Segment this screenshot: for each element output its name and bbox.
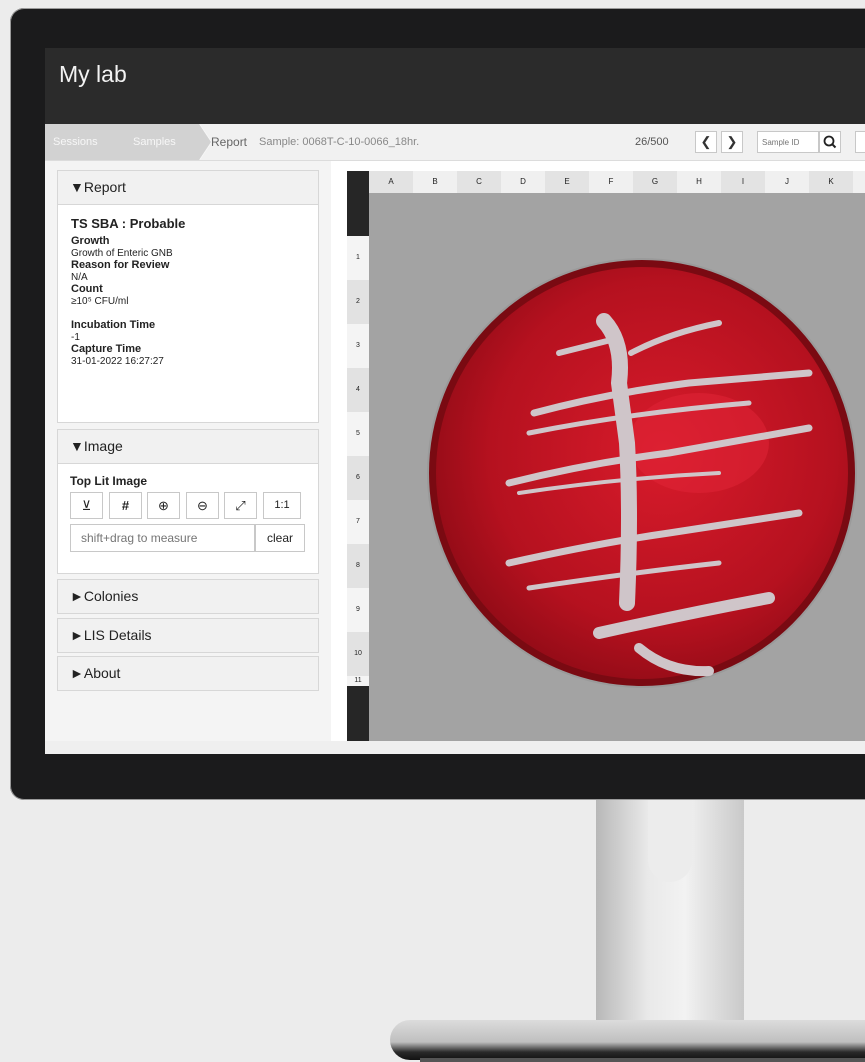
column-label: D	[520, 177, 526, 186]
colonies-panel: ►Colonies	[57, 579, 319, 614]
actual-size-label: 1:1	[274, 499, 290, 511]
stand-cable-notch	[648, 800, 692, 882]
report-panel: ▼Report TS SBA : Probable Growth Growth …	[57, 170, 319, 423]
measure-row: clear	[70, 524, 318, 552]
count-value: ≥10⁵ CFU/ml	[71, 296, 129, 307]
growth-value: Growth of Enteric GNB	[71, 248, 173, 259]
growth-label: Growth	[71, 235, 110, 247]
baseline-icon: ⊻	[81, 498, 92, 513]
search-button[interactable]	[819, 131, 841, 153]
app-header: My lab	[45, 48, 865, 124]
incubation-value: -1	[71, 332, 80, 343]
report-body: TS SBA : Probable Growth Growth of Enter…	[58, 205, 318, 367]
previous-sample-button[interactable]: ❮	[695, 131, 717, 153]
breadcrumb-report: Report	[211, 135, 248, 149]
image-type-title: Top Lit Image	[70, 474, 148, 488]
row-label: 10	[347, 632, 369, 676]
row-ruler: 1 2 3 4 5 6 7 8 9 10 11	[347, 236, 369, 686]
row-label: 1	[356, 254, 360, 261]
zoom-in-button[interactable]: ⊕	[147, 492, 180, 519]
row-label: 2	[347, 280, 369, 324]
agar-plate-image	[427, 258, 857, 688]
row-label: 9	[356, 606, 360, 613]
measure-input[interactable]	[70, 524, 255, 552]
column-label: C	[457, 171, 501, 193]
breadcrumb-separator	[199, 124, 211, 160]
baseline-button[interactable]: ⊻	[70, 492, 103, 519]
capture-label: Capture Time	[71, 343, 142, 355]
column-label: K	[809, 171, 853, 193]
image-tools: ⊻ # ⊕ ⊖ ⤢ 1:1	[70, 492, 318, 524]
column-label: E	[545, 171, 589, 193]
column-label: J	[785, 177, 789, 186]
grid-icon: #	[121, 498, 130, 513]
agar-surface	[436, 267, 848, 679]
app-title: My lab	[59, 61, 127, 87]
colonies-panel-header[interactable]: ►Colonies	[58, 580, 318, 613]
sample-label: Sample: 0068T-C-10-0066_18hr.	[259, 136, 420, 148]
clear-button[interactable]: clear	[255, 524, 305, 552]
row-label: 4	[347, 368, 369, 412]
toolbar-extra-button[interactable]	[855, 131, 865, 153]
zoom-out-icon: ⊖	[197, 498, 208, 513]
zoom-in-icon: ⊕	[158, 498, 169, 513]
column-label: H	[696, 177, 702, 186]
report-panel-header[interactable]: ▼Report	[58, 171, 318, 205]
incubation-label: Incubation Time	[71, 319, 156, 331]
row-label: 7	[356, 518, 360, 525]
row-label: 11	[347, 676, 369, 686]
base-shadow	[420, 1058, 865, 1062]
image-panel: ▼Image Top Lit Image ⊻ # ⊕ ⊖ ⤢ 1:1 shift…	[57, 429, 319, 574]
column-label: I	[721, 171, 765, 193]
toolbar: Sessions Samples Report Sample: 0068T-C-…	[45, 124, 865, 161]
reason-value: N/A	[71, 272, 88, 283]
sample-id-input[interactable]	[757, 131, 819, 153]
image-panel-body: Top Lit Image ⊻ # ⊕ ⊖ ⤢ 1:1 shift+drag t…	[58, 464, 318, 552]
fullscreen-button[interactable]: ⤢	[224, 492, 257, 519]
column-label: A	[369, 171, 413, 193]
sidebar: ▼Report TS SBA : Probable Growth Growth …	[45, 161, 331, 741]
next-sample-button[interactable]: ❯	[721, 131, 743, 153]
breadcrumb-samples[interactable]: Samples	[117, 124, 199, 160]
report-result: TS SBA : Probable	[71, 216, 186, 231]
capture-value: 31-01-2022 16:27:27	[71, 356, 164, 367]
screen: My lab Sessions Samples Report Sample: 0…	[45, 48, 865, 754]
lis-details-panel: ►LIS Details	[57, 618, 319, 653]
row-label: 6	[347, 456, 369, 500]
image-viewer: A B C D E F G H I J K 1 2 3 4 5 6 7 8 9 10 11	[347, 171, 865, 742]
column-label: B	[432, 177, 438, 186]
reason-label: Reason for Review	[71, 259, 170, 271]
image-panel-header[interactable]: ▼Image	[58, 430, 318, 464]
plate-image[interactable]	[369, 193, 865, 742]
about-panel: ►About	[57, 656, 319, 691]
grid-toggle-button[interactable]: #	[109, 492, 142, 519]
lis-details-panel-header[interactable]: ►LIS Details	[58, 619, 318, 652]
column-label: G	[633, 171, 677, 193]
row-label: 8	[347, 544, 369, 588]
column-label: F	[608, 177, 614, 186]
count-label: Count	[71, 283, 103, 295]
chevron-right-icon: ❯	[726, 134, 738, 149]
fullscreen-icon: ⤢	[235, 498, 246, 513]
actual-size-button[interactable]: 1:1	[263, 492, 301, 519]
column-ruler: A B C D E F G H I J K	[369, 171, 865, 193]
sample-counter: 26/500	[635, 136, 669, 148]
zoom-out-button[interactable]: ⊖	[186, 492, 219, 519]
chevron-left-icon: ❮	[700, 134, 712, 149]
horizontal-scrollbar[interactable]	[45, 741, 865, 754]
row-label: 5	[356, 430, 360, 437]
breadcrumb-sessions[interactable]: Sessions	[45, 124, 117, 160]
search-icon	[823, 135, 837, 149]
monitor-base	[390, 1020, 865, 1060]
row-label: 3	[356, 342, 360, 349]
about-panel-header[interactable]: ►About	[58, 657, 318, 690]
